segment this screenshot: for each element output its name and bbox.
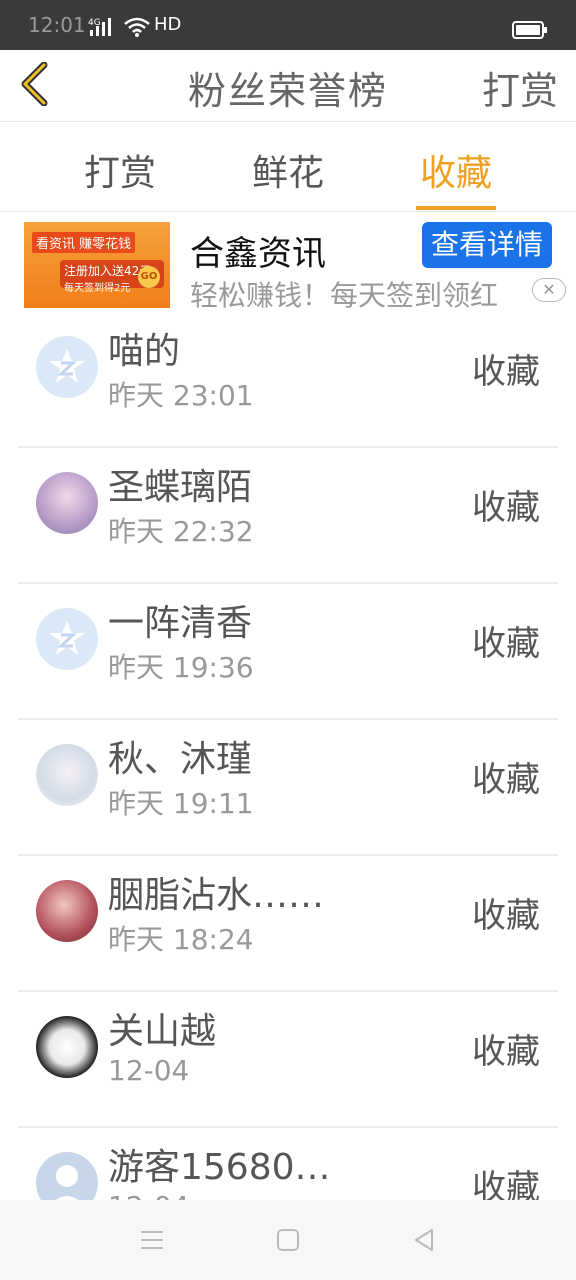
fan-time: 昨天 19:11 (108, 787, 254, 820)
wifi-icon (124, 17, 150, 37)
default-avatar-icon (36, 608, 98, 670)
fan-name: 胭脂沾水…… (108, 875, 325, 916)
list-item[interactable]: 关山越 12-04 收藏 (18, 992, 558, 1128)
fan-time: 昨天 22:32 (108, 515, 254, 548)
user-avatar (36, 744, 98, 806)
default-avatar-icon (36, 336, 98, 398)
fan-time: 昨天 19:36 (108, 651, 254, 684)
list-item[interactable]: 喵的 昨天 23:01 收藏 (18, 312, 558, 448)
list-item[interactable]: 秋、沐瑾 昨天 19:11 收藏 (18, 720, 558, 856)
list-item[interactable]: 圣蝶璃陌 昨天 22:32 收藏 (18, 448, 558, 584)
tab-bar: 打赏 鲜花 收藏 (0, 122, 576, 212)
list-item[interactable]: 胭脂沾水…… 昨天 18:24 收藏 (18, 856, 558, 992)
menu-icon[interactable] (138, 1226, 166, 1254)
active-tab-indicator (416, 206, 496, 210)
network-type: HD (154, 14, 182, 35)
fan-name: 关山越 (108, 1011, 217, 1052)
fan-action: 收藏 (472, 488, 540, 528)
fan-action: 收藏 (472, 896, 540, 936)
ad-title: 合鑫资讯 (190, 234, 326, 274)
ad-banner[interactable]: 看资讯 赚零花钱 注册加入送42元 每天签到得2元 GO 合鑫资讯 轻松赚钱！每… (0, 212, 576, 312)
battery-icon (512, 21, 547, 39)
list-item[interactable]: 一阵清香 昨天 19:36 收藏 (18, 584, 558, 720)
fan-list: 喵的 昨天 23:01 收藏 圣蝶璃陌 昨天 22:32 收藏 一阵清香 昨天 … (0, 312, 576, 1200)
reward-button[interactable]: 打赏 (482, 60, 558, 115)
ad-image[interactable]: 看资讯 赚零花钱 注册加入送42元 每天签到得2元 GO (24, 222, 170, 308)
fan-name: 喵的 (108, 331, 181, 372)
tab-favorites[interactable]: 收藏 (396, 144, 516, 196)
ad-close-button[interactable]: ✕ (532, 278, 566, 302)
user-avatar (36, 1016, 98, 1078)
fan-time: 12-04 (108, 1054, 190, 1087)
ad-image-headline: 看资讯 赚零花钱 (32, 232, 136, 253)
fan-name: 秋、沐瑾 (108, 739, 253, 780)
fan-name: 游客15680… (108, 1147, 331, 1188)
list-item[interactable]: 游客15680… 12-04 收藏 (18, 1128, 558, 1200)
tab-flowers[interactable]: 鲜花 (228, 144, 348, 196)
tab-reward[interactable]: 打赏 (60, 144, 180, 196)
user-avatar (36, 880, 98, 942)
fan-time: 12-04 (108, 1190, 189, 1200)
home-icon[interactable] (274, 1226, 302, 1254)
fan-action: 收藏 (472, 1168, 540, 1200)
guest-avatar-icon (36, 1152, 98, 1200)
ad-go-badge: GO (138, 266, 160, 288)
fan-action: 收藏 (472, 352, 540, 392)
signal-icon: 4G (88, 18, 111, 36)
fan-time: 昨天 23:01 (108, 379, 254, 412)
system-nav-bar (0, 1200, 576, 1280)
fan-name: 圣蝶璃陌 (108, 467, 253, 508)
status-bar: 12:01 4G HD (0, 0, 576, 50)
top-header: 粉丝荣誉榜 打赏 (0, 50, 576, 122)
ad-details-button[interactable]: 查看详情 (422, 222, 552, 268)
fan-name: 一阵清香 (108, 603, 253, 644)
fan-time: 昨天 18:24 (108, 923, 254, 956)
ad-description: 轻松赚钱！每天签到领红 (190, 279, 499, 312)
fan-action: 收藏 (472, 760, 540, 800)
fan-action: 收藏 (472, 1032, 540, 1072)
back-nav-icon[interactable] (410, 1226, 438, 1254)
status-time: 12:01 (28, 13, 86, 37)
user-avatar (36, 472, 98, 534)
fan-action: 收藏 (472, 624, 540, 664)
